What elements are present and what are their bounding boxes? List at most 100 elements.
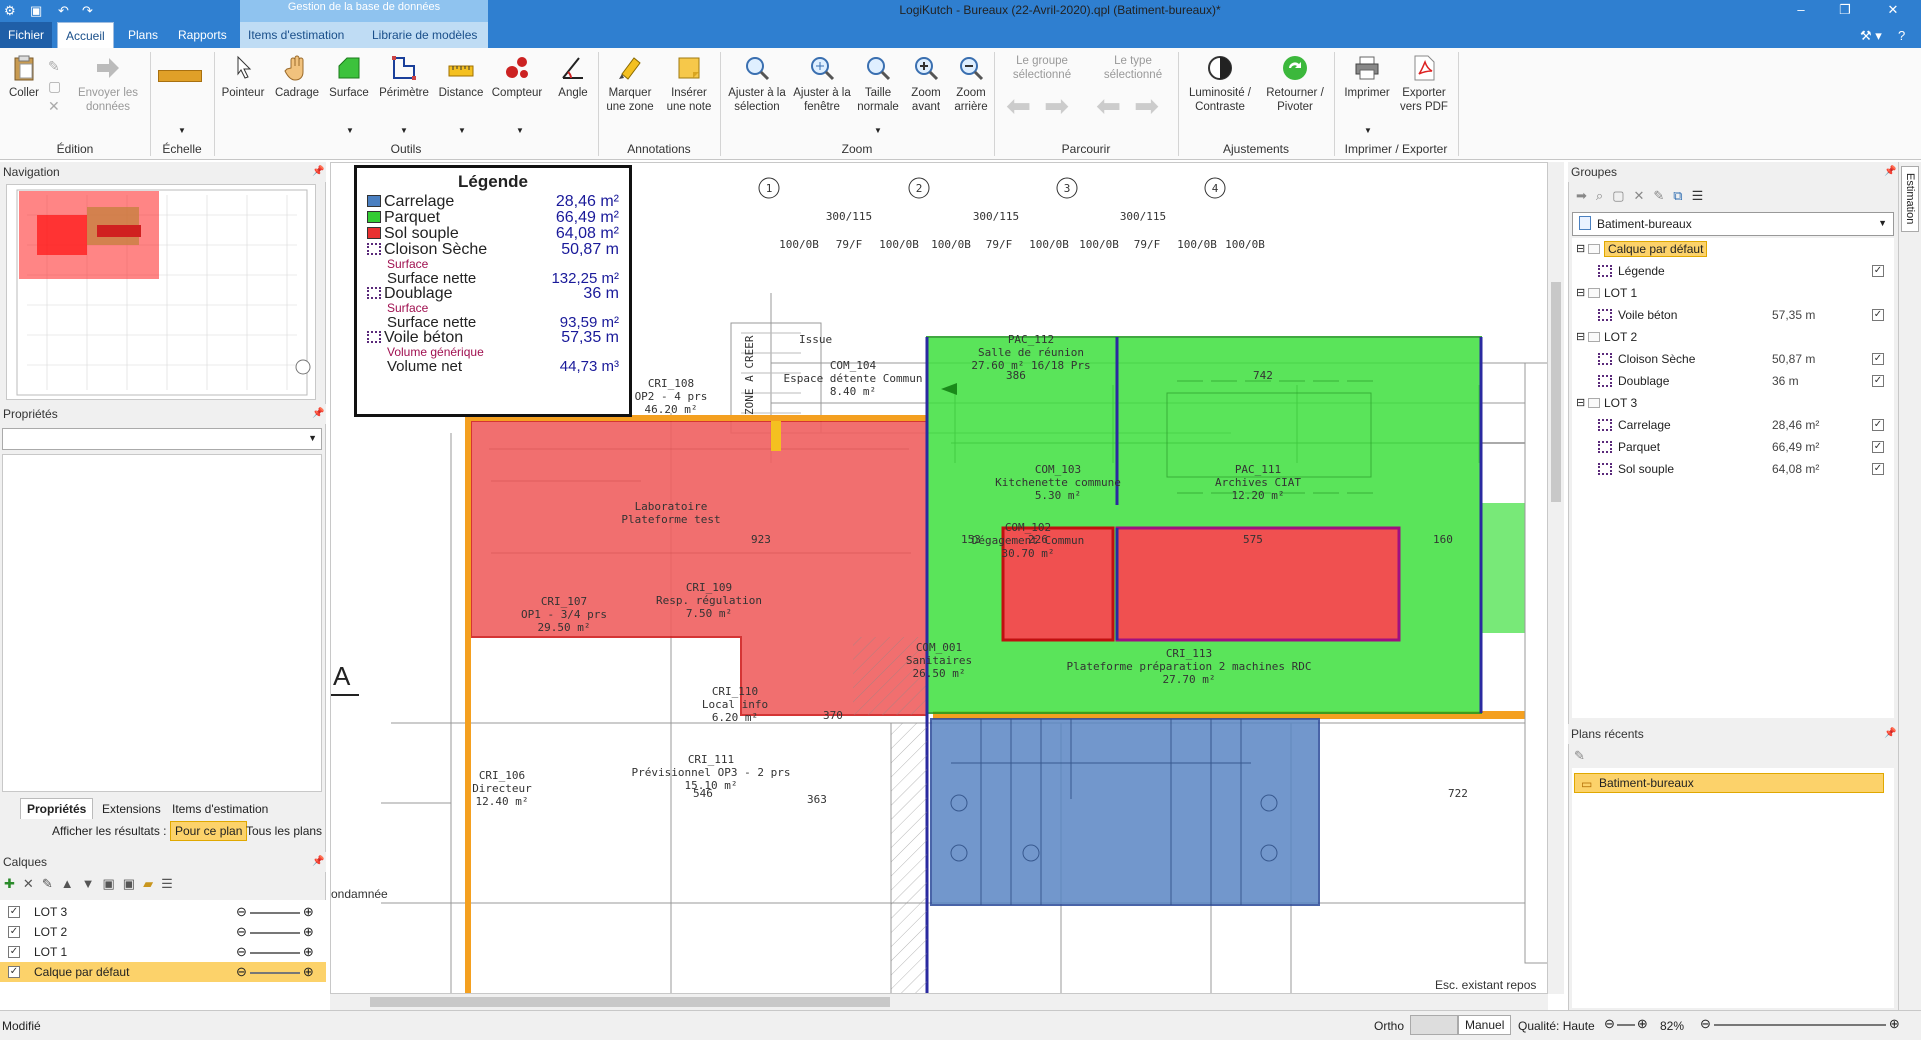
legend-box[interactable]: Légende Carrelage 28,46 m² Parquet 66,49 m²… — [354, 165, 632, 417]
counter-tool-button[interactable]: Compteur — [490, 54, 544, 100]
collapse-icon[interactable]: ⊟ — [1576, 282, 1585, 304]
horizontal-scroll-thumb[interactable] — [370, 997, 890, 1007]
tree-item-node[interactable]: Parquet 66,49 m² ✓ — [1572, 436, 1894, 458]
send-data-button[interactable]: Envoyer les données — [72, 54, 144, 114]
opacity-slider[interactable]: ⊖ ⊕ — [236, 962, 314, 982]
settings-icon[interactable]: ⚒ ▾ — [1860, 28, 1882, 44]
undo-icon[interactable]: ↶ — [58, 3, 69, 19]
angle-tool-button[interactable]: Angle — [548, 54, 598, 100]
move-down-icon[interactable]: ▼ — [82, 876, 103, 891]
add-layer-icon[interactable]: ✚ — [4, 876, 23, 891]
print-button[interactable]: Imprimer — [1338, 54, 1396, 100]
print-dropdown-arrow[interactable]: ▼ — [1364, 126, 1372, 135]
fit-selection-button[interactable]: Ajuster à la sélection — [724, 54, 790, 114]
tab-items-estimation-left[interactable]: Items d'estimation — [166, 800, 274, 818]
tree-node-checkbox[interactable]: ✓ — [1872, 353, 1884, 365]
collapse-icon[interactable]: ⊟ — [1576, 238, 1585, 260]
save-icon[interactable]: ▣ — [30, 3, 42, 19]
normal-size-button[interactable]: Taille normale — [852, 54, 904, 114]
horizontal-scrollbar[interactable] — [330, 994, 1548, 1010]
help-icon[interactable]: ? — [1898, 28, 1905, 43]
recent-tool-icon[interactable]: ✎ — [1574, 748, 1585, 764]
tab-plans[interactable]: Plans — [120, 22, 166, 48]
layer-row[interactable]: ✓ Calque par défaut ⊖ ⊕ — [0, 962, 326, 982]
layers-toolbar[interactable]: ✚✕✎▲▼▣▣▰☰ — [4, 876, 181, 892]
blank-icon[interactable]: ▢ — [1612, 188, 1633, 203]
tree-node-checkbox[interactable]: ✓ — [1872, 265, 1884, 277]
navigation-thumbnail[interactable] — [6, 184, 316, 400]
fit-window-button[interactable]: Ajuster à la fenêtre — [792, 54, 852, 114]
manual-mode[interactable]: Manuel — [1458, 1015, 1512, 1035]
layer-checkbox[interactable]: ✓ — [8, 966, 20, 978]
list-view-icon[interactable]: ☰ — [1692, 188, 1713, 203]
estimation-side-tab[interactable]: Estimation — [1898, 162, 1921, 1010]
tree-item-node[interactable]: Sol souple 64,08 m² ✓ — [1572, 458, 1894, 480]
paste-button[interactable]: Coller — [4, 54, 44, 100]
surface-tool-button[interactable]: Surface — [326, 54, 372, 100]
tree-item-node[interactable]: Légende ✓ — [1572, 260, 1894, 282]
tree-item-node[interactable]: Cloison Sèche 50,87 m ✓ — [1572, 348, 1894, 370]
pin-icon[interactable]: 📌 — [312, 856, 324, 867]
collapse-icon[interactable]: ⊟ — [1576, 392, 1585, 414]
zoom-in-button[interactable]: Zoom avant — [904, 54, 948, 114]
quality-slider[interactable]: ⊖ ⊕ — [1604, 1016, 1648, 1032]
tree-node-checkbox[interactable]: ✓ — [1872, 375, 1884, 387]
carrelage-area[interactable] — [930, 718, 1320, 906]
next-type-arrow-icon[interactable]: ➡ — [1134, 92, 1159, 122]
perimeter-tool-button[interactable]: Périmètre — [376, 54, 432, 100]
properties-select[interactable]: ▼ — [2, 428, 322, 450]
estimation-tab-label[interactable]: Estimation — [1901, 166, 1919, 232]
mark-zone-button[interactable]: Marquer une zone — [602, 54, 658, 114]
tree-item-node[interactable]: Doublage 36 m ✓ — [1572, 370, 1894, 392]
counter-dropdown-arrow[interactable]: ▼ — [516, 126, 524, 135]
pan-button[interactable]: Cadrage — [272, 54, 322, 100]
list-options-icon[interactable]: ☰ — [161, 876, 181, 891]
recent-plan-item[interactable]: ▭ Batiment-bureaux — [1574, 773, 1884, 793]
ruler-icon[interactable] — [158, 70, 202, 82]
save-layer-icon[interactable]: ▣ — [102, 876, 122, 891]
this-plan-option[interactable]: Pour ce plan — [170, 821, 248, 841]
collapse-icon[interactable]: ⊟ — [1576, 326, 1585, 348]
pin-icon[interactable]: 📌 — [1884, 728, 1896, 739]
minimize-button[interactable]: – — [1786, 2, 1816, 17]
export-pdf-button[interactable]: Exporter vers PDF — [1396, 54, 1452, 114]
pin-icon[interactable]: 📌 — [312, 408, 324, 419]
navigate-icon[interactable]: ➡ — [1576, 188, 1596, 203]
edit-icon[interactable]: ✎ — [1653, 188, 1673, 203]
tree-group-node[interactable]: ⊟ LOT 3 — [1572, 392, 1894, 414]
tree-node-checkbox[interactable]: ✓ — [1872, 441, 1884, 453]
opacity-slider[interactable]: ⊖ ⊕ — [236, 902, 314, 922]
surface-dropdown-arrow[interactable]: ▼ — [346, 126, 354, 135]
delete-layer-icon[interactable]: ✕ — [23, 876, 42, 891]
app-icon[interactable]: ⚙ — [4, 3, 16, 19]
folder-icon[interactable]: ▰ — [143, 876, 161, 891]
prev-group-arrow-icon[interactable]: ⬅ — [1006, 92, 1031, 122]
tab-items-estimation[interactable]: Items d'estimation — [240, 22, 352, 48]
brightness-button[interactable]: Luminosité / Contraste — [1182, 54, 1258, 114]
pointer-button[interactable]: Pointeur — [218, 54, 268, 100]
distance-dropdown-arrow[interactable]: ▼ — [458, 126, 466, 135]
save-as-layer-icon[interactable]: ▣ — [123, 876, 143, 891]
maximize-button[interactable]: ❐ — [1830, 2, 1860, 18]
find-icon[interactable]: ⌕ — [1596, 188, 1612, 203]
tab-extensions[interactable]: Extensions — [96, 800, 167, 818]
move-up-icon[interactable]: ▲ — [61, 876, 82, 891]
all-plans-option[interactable]: Tous les plans — [246, 824, 322, 838]
rotate-button[interactable]: Retourner / Pivoter — [1260, 54, 1330, 114]
perimeter-dropdown-arrow[interactable]: ▼ — [400, 126, 408, 135]
zoom-out-button[interactable]: Zoom arrière — [948, 54, 994, 114]
tab-fichier[interactable]: Fichier — [0, 22, 53, 48]
tab-librarie-modeles[interactable]: Librarie de modèles — [364, 22, 485, 48]
tree-group-node[interactable]: ⊟ LOT 2 — [1572, 326, 1894, 348]
layer-checkbox[interactable]: ✓ — [8, 906, 20, 918]
ortho-toggle[interactable] — [1410, 1015, 1458, 1035]
distance-tool-button[interactable]: Distance — [436, 54, 486, 100]
next-group-arrow-icon[interactable]: ➡ — [1044, 92, 1069, 122]
close-button[interactable]: ✕ — [1878, 2, 1908, 18]
vertical-scroll-thumb[interactable] — [1551, 282, 1561, 502]
groups-toolbar[interactable]: ➡⌕▢✕✎⧉☰ — [1576, 188, 1712, 204]
tree-item-node[interactable]: Voile béton 57,35 m ✓ — [1572, 304, 1894, 326]
insert-note-button[interactable]: Insérer une note — [662, 54, 716, 114]
layer-row[interactable]: ✓ LOT 3 ⊖ ⊕ — [0, 902, 326, 922]
cut-copy-icons[interactable]: ✎ ▢ ✕ — [48, 56, 61, 116]
